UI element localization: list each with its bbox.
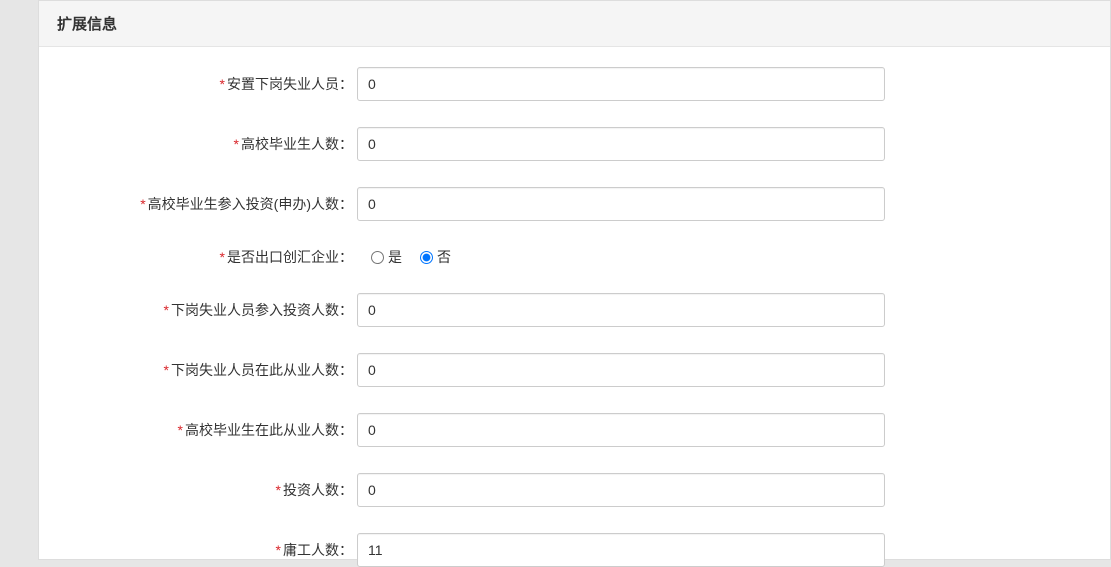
label-gaoxiao-congye: *高校毕业生在此从业人数： (39, 420, 357, 440)
required-marker: * (220, 249, 225, 265)
radio-yes[interactable] (371, 251, 384, 264)
radio-group-export: 是 否 (357, 247, 451, 267)
row-gaoxiao-biye: *高校毕业生人数： (39, 127, 1110, 161)
row-gaoxiao-touzi: *高校毕业生参入投资(申办)人数： (39, 187, 1110, 221)
label-touzi-renshu: *投资人数： (39, 480, 357, 500)
row-xiagang-congye: *下岗失业人员在此从业人数： (39, 353, 1110, 387)
required-marker: * (276, 482, 281, 498)
label-xiagang-congye: *下岗失业人员在此从业人数： (39, 360, 357, 380)
required-marker: * (234, 136, 239, 152)
input-touzi-renshu[interactable] (357, 473, 885, 507)
input-gaoxiao-biye[interactable] (357, 127, 885, 161)
input-gaoxiao-congye[interactable] (357, 413, 885, 447)
label-text: 高校毕业生在此从业人数： (185, 422, 353, 438)
label-text: 安置下岗失业人员： (227, 76, 353, 92)
radio-yes-item[interactable]: 是 (371, 247, 402, 267)
label-text: 高校毕业生参入投资(申办)人数： (148, 196, 353, 212)
form-body: *安置下岗失业人员： *高校毕业生人数： *高校毕业生参入投资(申办)人数： *… (39, 47, 1110, 567)
row-export-enterprise: *是否出口创汇企业： 是 否 (39, 247, 1110, 267)
label-export-enterprise: *是否出口创汇企业： (39, 247, 357, 267)
row-yonggong-renshu: *庸工人数： (39, 533, 1110, 567)
input-xiagang-touzi[interactable] (357, 293, 885, 327)
required-marker: * (164, 362, 169, 378)
label-text: 高校毕业生人数： (241, 136, 353, 152)
required-marker: * (140, 196, 145, 212)
input-xiagang-congye[interactable] (357, 353, 885, 387)
label-text: 下岗失业人员在此从业人数： (171, 362, 353, 378)
label-text: 投资人数： (283, 482, 353, 498)
label-gaoxiao-touzi: *高校毕业生参入投资(申办)人数： (39, 194, 357, 214)
radio-no-item[interactable]: 否 (420, 247, 451, 267)
label-text: 是否出口创汇企业： (227, 249, 353, 265)
radio-yes-label: 是 (388, 247, 402, 267)
row-touzi-renshu: *投资人数： (39, 473, 1110, 507)
required-marker: * (220, 76, 225, 92)
label-text: 下岗失业人员参入投资人数： (171, 302, 353, 318)
radio-no[interactable] (420, 251, 433, 264)
input-yonggong-renshu[interactable] (357, 533, 885, 567)
section-title: 扩展信息 (39, 1, 1110, 47)
required-marker: * (164, 302, 169, 318)
label-xiagang-touzi: *下岗失业人员参入投资人数： (39, 300, 357, 320)
required-marker: * (178, 422, 183, 438)
input-gaoxiao-touzi[interactable] (357, 187, 885, 221)
label-text: 庸工人数： (283, 542, 353, 558)
input-anzhi-xiagang[interactable] (357, 67, 885, 101)
extended-info-panel: 扩展信息 *安置下岗失业人员： *高校毕业生人数： *高校毕业生参入投资(申办)… (38, 0, 1111, 560)
label-anzhi-xiagang: *安置下岗失业人员： (39, 74, 357, 94)
required-marker: * (276, 542, 281, 558)
row-anzhi-xiagang: *安置下岗失业人员： (39, 67, 1110, 101)
label-yonggong-renshu: *庸工人数： (39, 540, 357, 560)
label-gaoxiao-biye: *高校毕业生人数： (39, 134, 357, 154)
row-xiagang-touzi: *下岗失业人员参入投资人数： (39, 293, 1110, 327)
row-gaoxiao-congye: *高校毕业生在此从业人数： (39, 413, 1110, 447)
radio-no-label: 否 (437, 247, 451, 267)
